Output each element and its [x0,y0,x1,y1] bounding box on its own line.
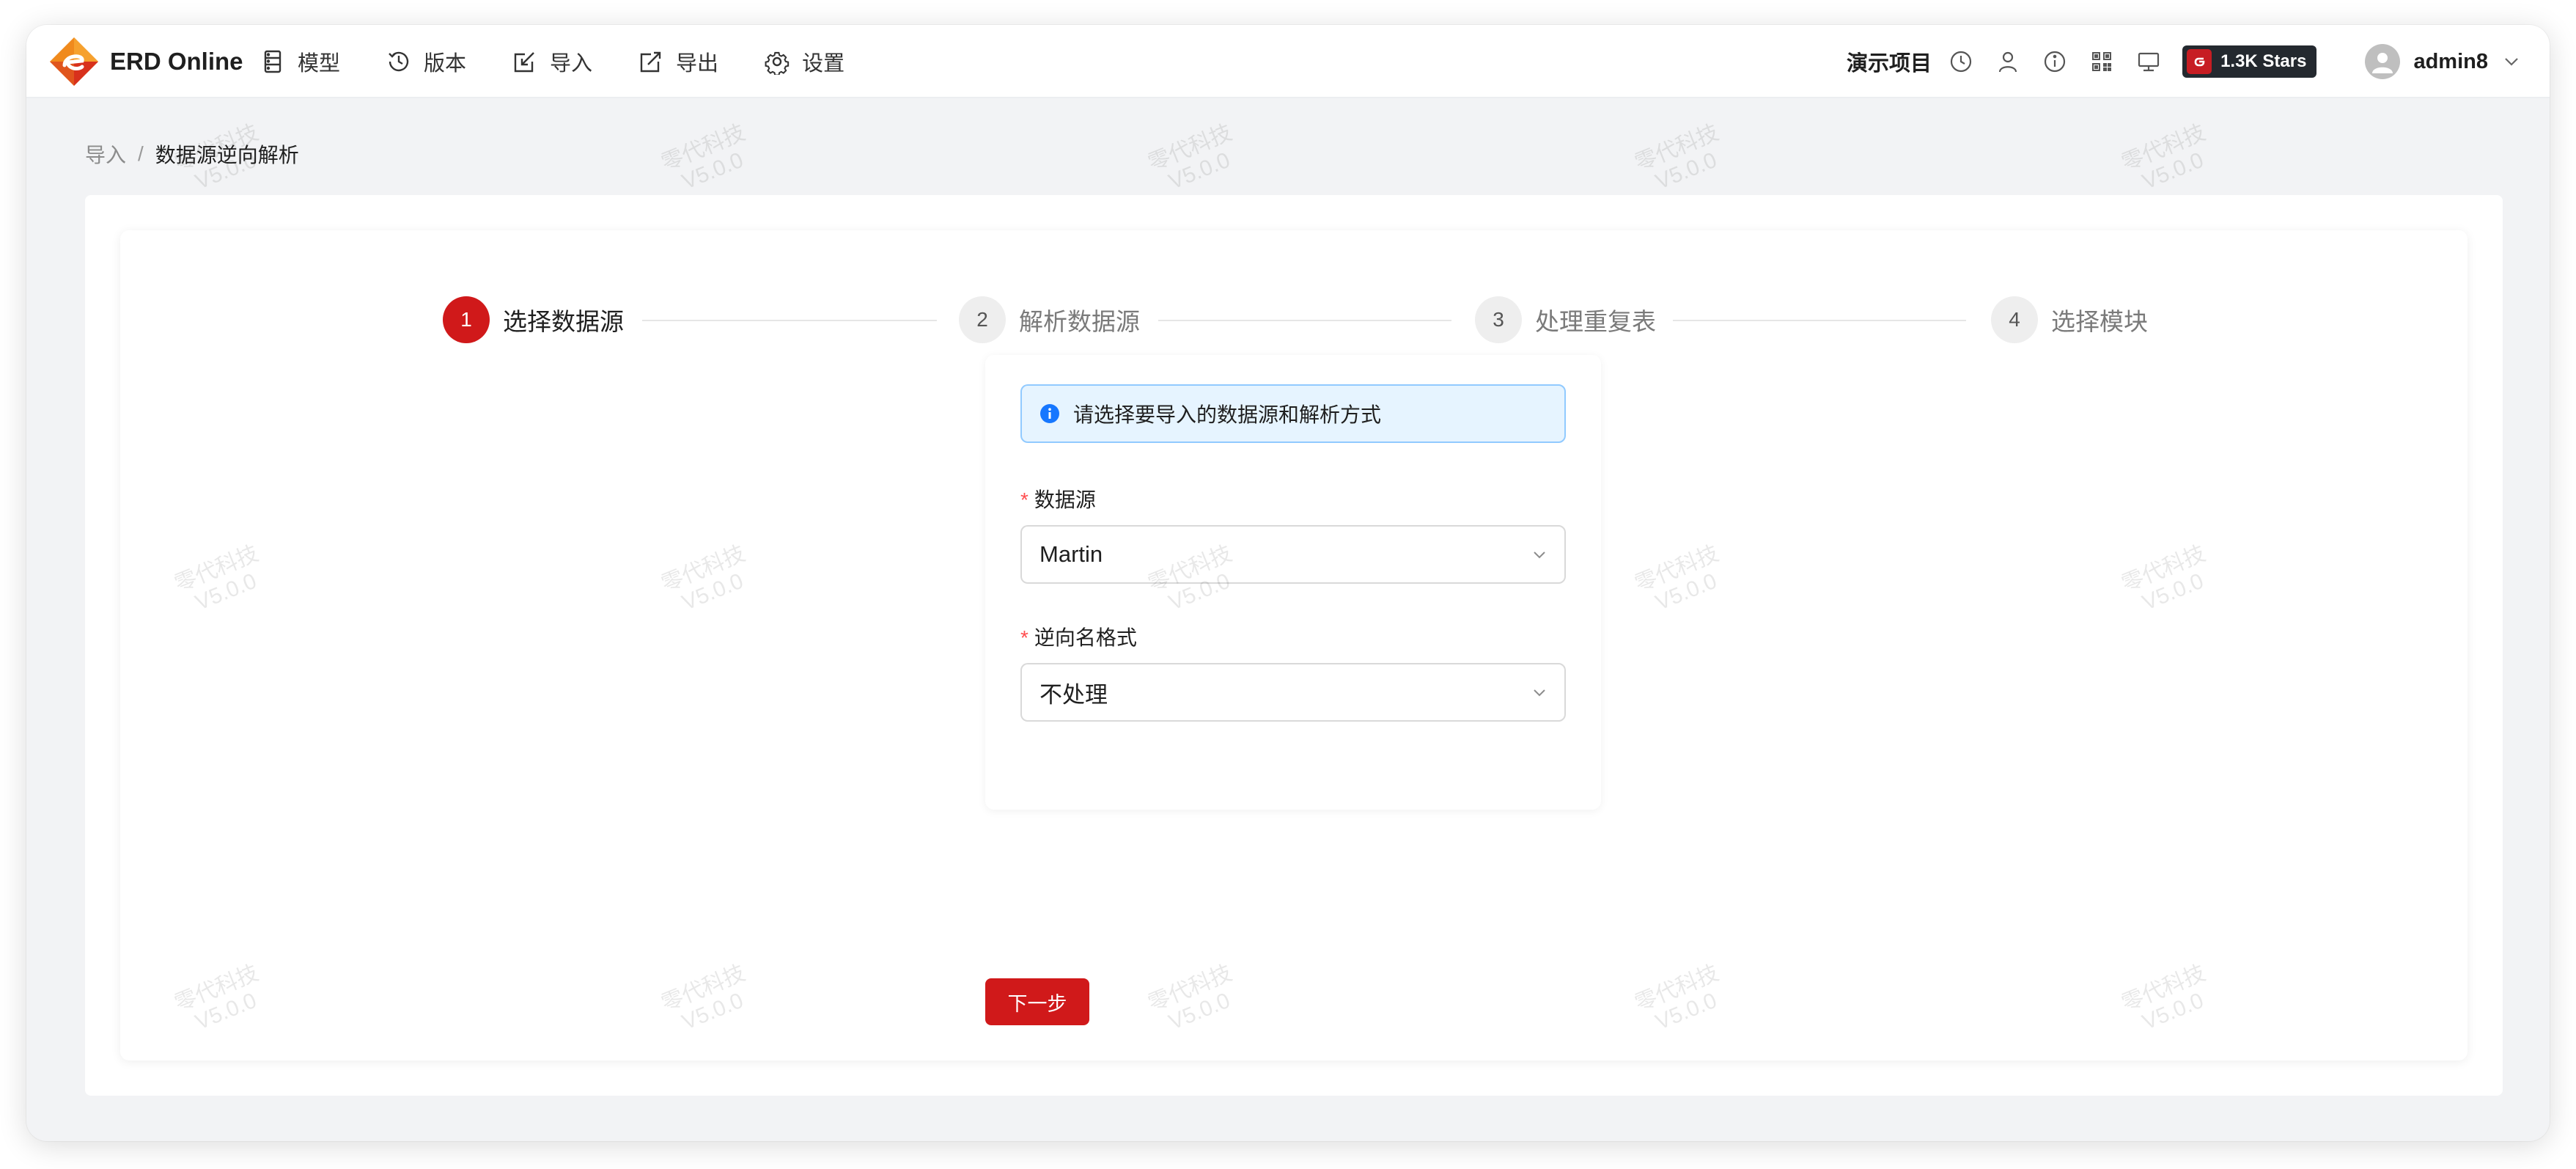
model-icon [264,50,281,73]
step-2[interactable]: 2 解析数据源 [959,296,1140,343]
step-connector-2 [1158,320,1451,321]
datasource-label-text: 数据源 [1034,488,1096,511]
top-header: ERD Online 模型 版本 导入 导出 设置 演示项目 1.3K Star… [26,25,2550,98]
next-step-button[interactable]: 下一步 [985,978,1089,1025]
content-panel: 1 选择数据源 2 解析数据源 3 处理重复表 4 选择模块 请选择要导入的数据… [85,195,2503,1096]
step-1-label: 选择数据源 [503,308,624,335]
nav-version[interactable]: 版本 [386,46,466,77]
nav-model[interactable]: 模型 [260,46,340,77]
export-icon [640,51,661,73]
qrcode-icon[interactable] [2089,48,2115,75]
header-actions: 演示项目 1.3K Stars admin8 [1847,25,2522,98]
chevron-down-icon [1534,689,1545,697]
user-icon[interactable] [1995,48,2021,75]
username: admin8 [2413,49,2488,73]
clock-icon[interactable] [1948,48,1974,75]
breadcrumb-parent[interactable]: 导入 [85,139,126,169]
step-4[interactable]: 4 选择模块 [1991,296,2148,343]
app-window: ERD Online 模型 版本 导入 导出 设置 演示项目 1.3K Star… [26,25,2550,1141]
naming-label-text: 逆向名格式 [1034,626,1137,649]
step-3[interactable]: 3 处理重复表 [1475,296,1656,343]
required-mark: * [1020,488,1028,511]
naming-format-select[interactable]: 不处理 [1020,663,1566,722]
step-3-label: 处理重复表 [1535,308,1656,335]
avatar [2365,44,2401,79]
step-2-number: 2 [959,296,1006,343]
user-menu[interactable]: admin8 [2365,44,2522,79]
datasource-value: Martin [1039,541,1103,567]
nav-settings-label: 设置 [802,52,845,76]
gear-icon [765,51,790,75]
chevron-down-icon [2505,58,2518,66]
step-connector-1 [642,320,937,321]
step-connector-3 [1673,320,1966,321]
datasource-select[interactable]: Martin [1020,525,1566,584]
nav-import-label: 导入 [550,52,593,76]
step-2-label: 解析数据源 [1019,308,1140,335]
datasource-label: * 数据源 [1020,484,1096,513]
nav-export-label: 导出 [676,52,719,76]
main-nav: 模型 版本 导入 导出 设置 [260,25,890,98]
gitee-icon [2187,49,2212,74]
project-name[interactable]: 演示项目 [1847,46,1932,77]
desktop-icon[interactable] [2135,48,2162,75]
avatar-user-icon [2372,53,2393,73]
required-mark: * [1020,626,1028,649]
erd-logo-icon [50,37,98,86]
datasource-form: 请选择要导入的数据源和解析方式 * 数据源 Martin * 逆向名格式 不处理 [985,355,1601,810]
breadcrumb-current: 数据源逆向解析 [155,144,299,166]
step-4-number: 4 [1991,296,2038,343]
nav-model-label: 模型 [298,52,341,76]
nav-version-label: 版本 [424,52,467,76]
breadcrumb: 导入 / 数据源逆向解析 [85,139,299,169]
breadcrumb-separator: / [138,142,144,165]
github-stars-text: 1.3K Stars [2220,51,2307,71]
app-name: ERD Online [110,48,243,75]
import-icon [514,52,534,73]
info-alert-text: 请选择要导入的数据源和解析方式 [1073,403,1382,426]
history-icon [389,51,409,72]
wizard-card: 1 选择数据源 2 解析数据源 3 处理重复表 4 选择模块 请选择要导入的数据… [120,230,2468,1060]
info-alert: 请选择要导入的数据源和解析方式 [1020,384,1566,443]
naming-label: * 逆向名格式 [1020,622,1137,651]
naming-format-value: 不处理 [1039,681,1108,708]
github-stars-badge[interactable]: 1.3K Stars [2182,45,2317,78]
nav-import[interactable]: 导入 [512,46,592,77]
nav-settings[interactable]: 设置 [764,46,844,77]
nav-export[interactable]: 导出 [638,46,718,77]
info-circle-icon [1040,404,1059,423]
step-1[interactable]: 1 选择数据源 [443,296,624,343]
chevron-down-icon [1534,551,1545,559]
info-icon[interactable] [2042,48,2068,75]
brand[interactable]: ERD Online [48,34,243,89]
step-1-number: 1 [443,296,490,343]
step-3-number: 3 [1475,296,1522,343]
step-4-label: 选择模块 [2051,308,2148,335]
